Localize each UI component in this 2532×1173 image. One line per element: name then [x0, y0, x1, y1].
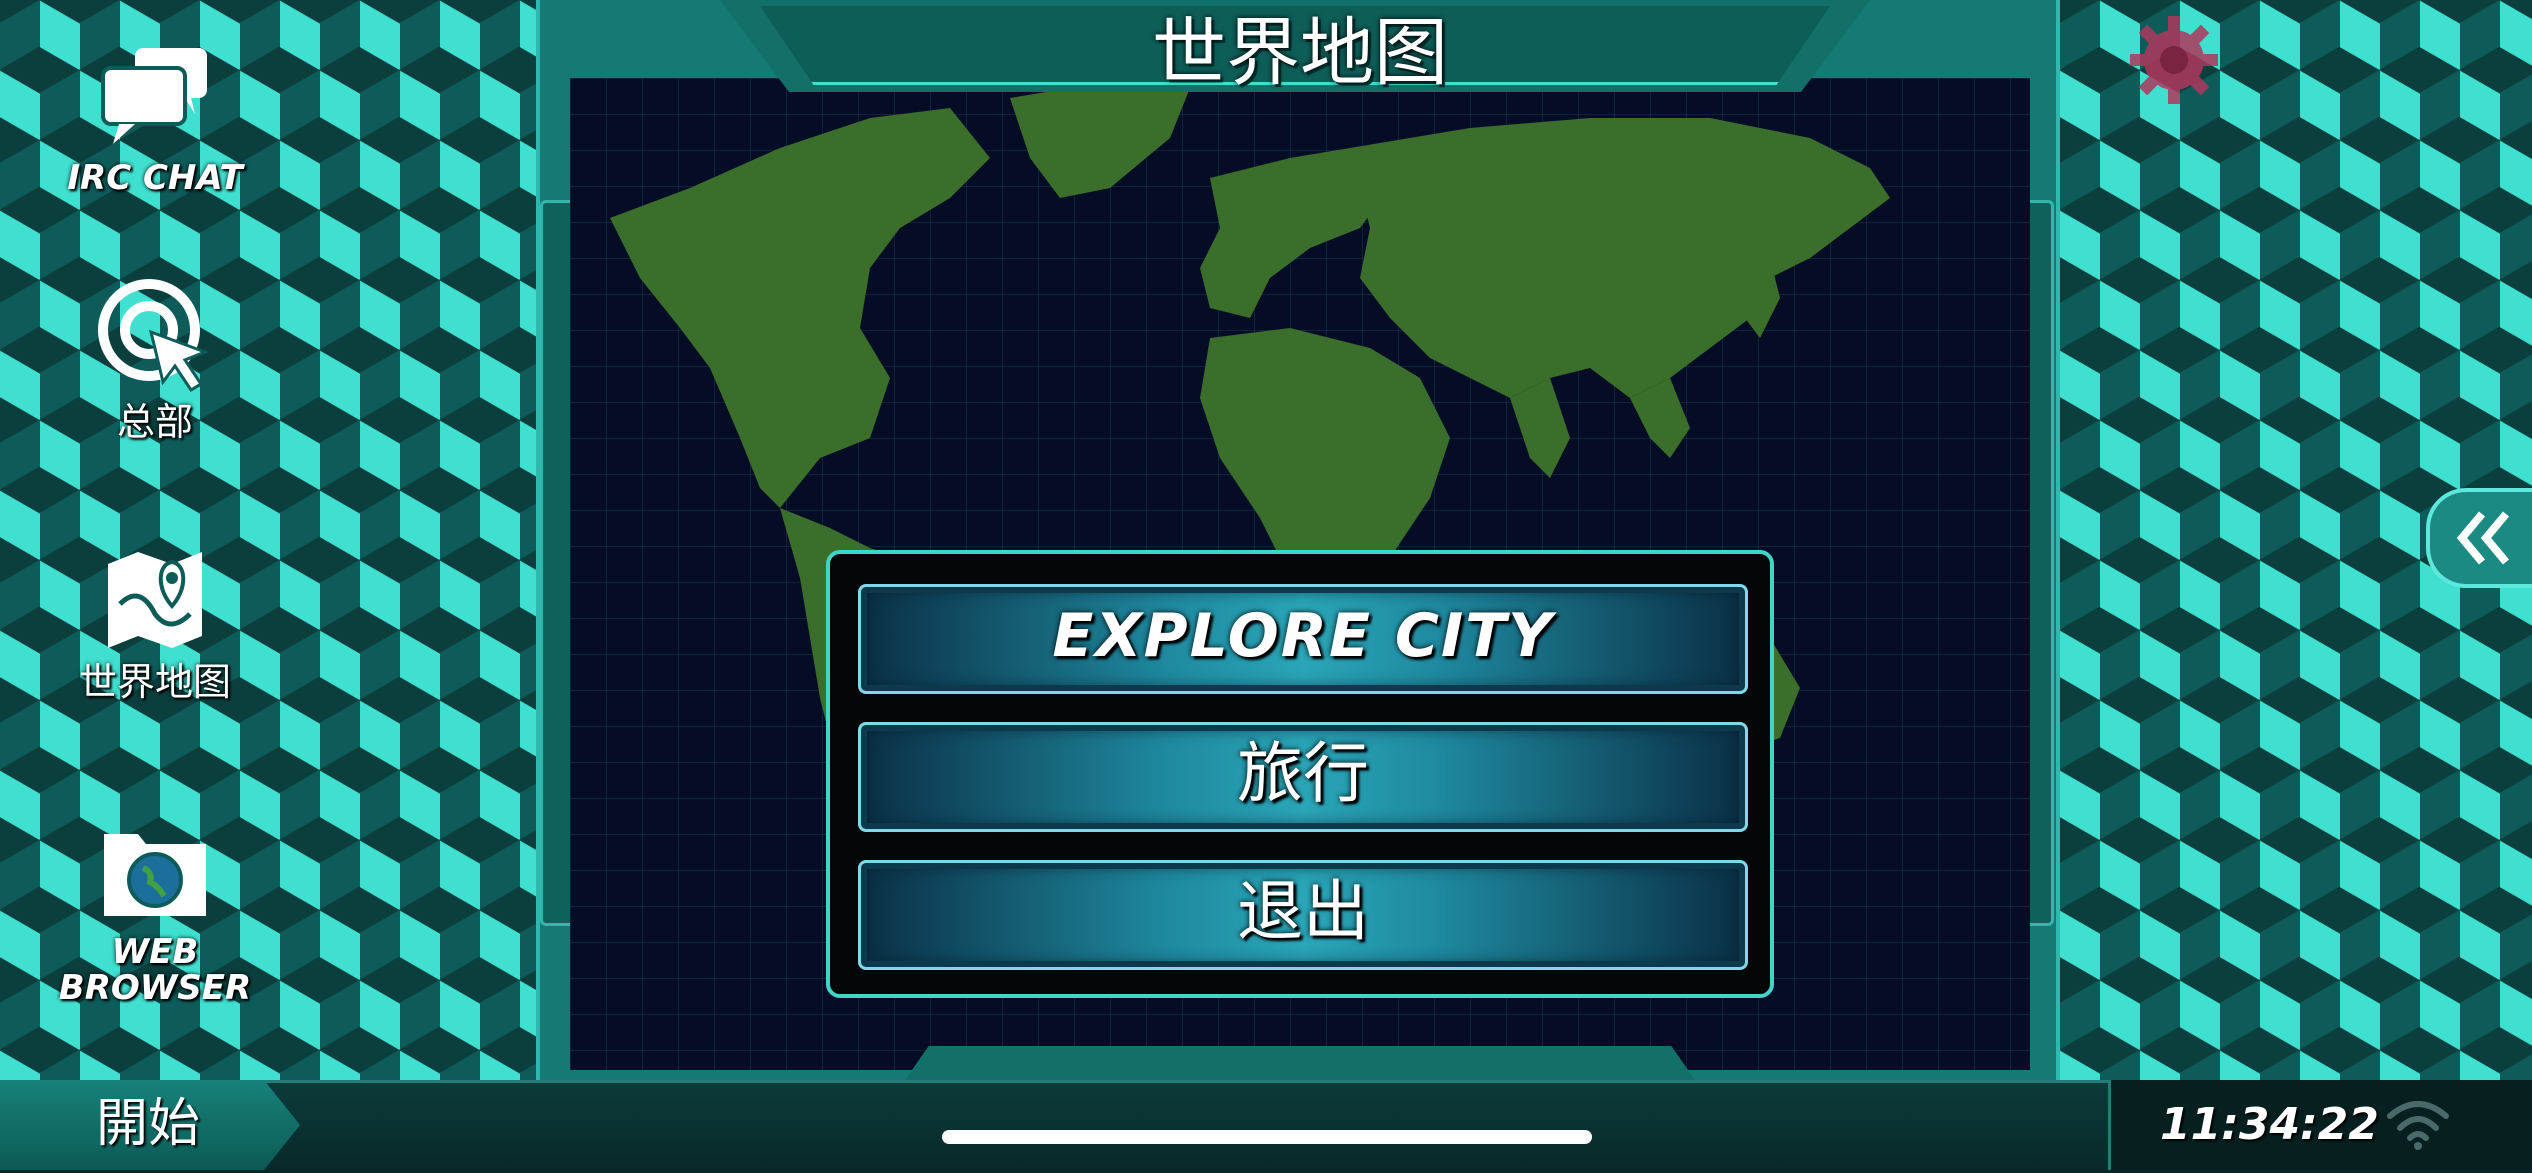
irc-chat-label: IRC CHAT — [67, 158, 243, 198]
target-cursor-icon — [98, 279, 210, 393]
double-chevron-left-icon — [2456, 511, 2510, 565]
travel-button[interactable]: 旅行 — [858, 722, 1748, 832]
start-button[interactable]: 開始 — [0, 1080, 300, 1170]
window-title: 世界地图 — [1152, 10, 1448, 96]
web-browser-shortcut[interactable]: WEB BROWSER — [40, 820, 270, 1006]
side-panel-toggle[interactable] — [2426, 488, 2532, 588]
globe-folder-icon — [104, 834, 206, 916]
web-browser-label: WEB BROWSER — [58, 932, 252, 1008]
headquarters-shortcut[interactable]: 总部 — [40, 274, 270, 444]
exit-button[interactable]: 退出 — [858, 860, 1748, 970]
clock: 11:34:22 — [2160, 1099, 2379, 1150]
city-action-menu: EXPLORE CITY 旅行 退出 — [826, 550, 1774, 998]
explore-city-button[interactable]: EXPLORE CITY — [858, 584, 1748, 694]
chat-bubbles-icon — [101, 48, 207, 144]
gear-icon[interactable] — [2128, 14, 2220, 106]
frame-bottom-tab — [905, 1046, 1695, 1080]
world-map-label: 世界地图 — [78, 660, 231, 704]
world-map-shortcut[interactable]: 世界地图 — [40, 544, 270, 704]
home-indicator[interactable] — [942, 1130, 1592, 1144]
map-pin-icon — [108, 552, 202, 648]
headquarters-label: 总部 — [116, 400, 193, 444]
irc-chat-shortcut[interactable]: IRC CHAT — [40, 40, 270, 196]
wifi-icon — [2387, 1101, 2449, 1150]
